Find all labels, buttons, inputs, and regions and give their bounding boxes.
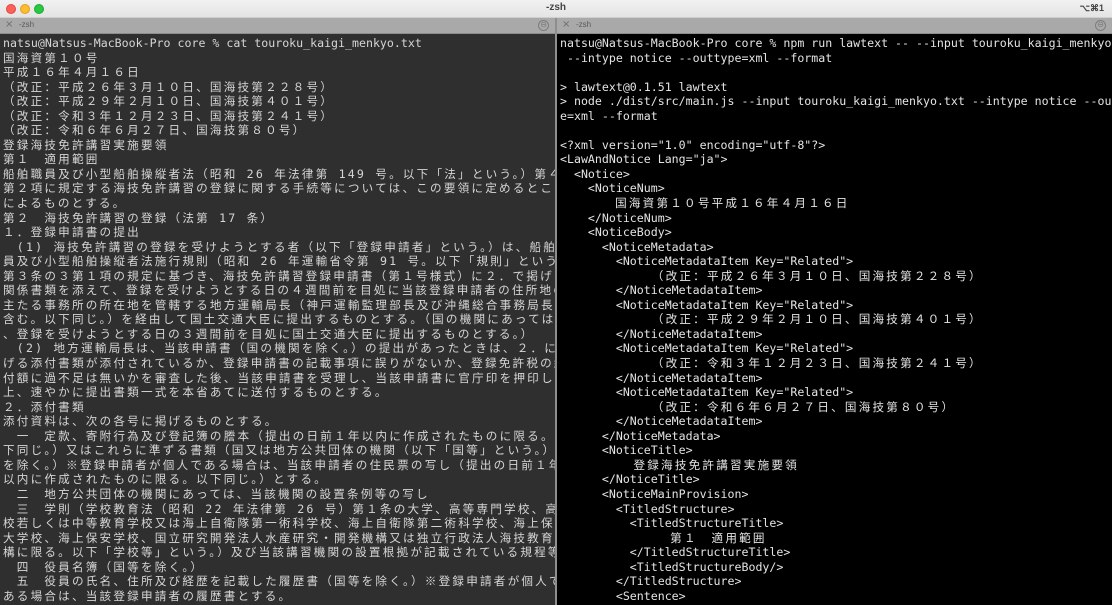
terminal-line: </TitledStructureTitle> — [560, 545, 791, 560]
terminal-line: 登録海技免許講習実施要領 — [560, 457, 799, 472]
terminal-line: （改正：平成２６年３月１０日、国海技第２２８号） — [560, 268, 983, 283]
terminal-line: 一 定款、寄附行為及び登記簿の謄本（提出の日前１年以内に作成されたものに限る。以 — [3, 428, 555, 443]
terminal-line: <NoticeMainProvision> — [560, 486, 749, 501]
terminal-line: （改正：平成２９年２月１０日、国海技第４０１号） — [560, 312, 983, 327]
window-titlebar: -zsh ⌥⌘1 — [0, 0, 1112, 18]
terminal-line: <LawAndNotice Lang="ja"> — [560, 152, 728, 167]
terminal-line: 構に限る。以下「学校等」という。）及び当該講習機関の設置根拠が記載されている規程… — [3, 545, 555, 560]
terminal-line: 船舶職員及び小型船舶操縦者法（昭和 26 年法律第 149 号。以下「法」という… — [3, 166, 555, 181]
terminal-line: （改正：令和３年１２月２３日、国海技第２４１号） — [3, 108, 335, 123]
terminal-line: 第２項に規定する海技免許講習の登録に関する手続等については、この要領に定めるとこ… — [3, 181, 555, 196]
terminal-line: （改正：平成２６年３月１０日、国海技第２２８号） — [3, 79, 335, 94]
close-icon[interactable]: × — [562, 19, 570, 30]
terminal-line: natsu@Natsus-MacBook-Pro core % cat tour… — [3, 36, 422, 50]
terminal-line: 付額に過不足は無いかを審査した後、当該申請書を受理し、当該申請書に官庁印を押印し… — [3, 370, 555, 385]
terminal-line: 国海資第１０号平成１６年４月１６日 — [560, 196, 850, 211]
right-pane-tab[interactable]: × -zsh ⊖ — [557, 18, 1112, 34]
left-tab-title: -zsh — [19, 20, 35, 29]
terminal-line: > lawtext@0.1.51 lawtext — [560, 79, 728, 94]
terminal-line: 第１ 適用範囲 — [3, 152, 100, 167]
terminal-line: 五 役員の氏名、住所及び経歴を記載した履歴書（国等を除く。）※登録申請者が個人で — [3, 574, 555, 589]
terminal-line: (1) 海技免許講習の登録を受けようとする者（以下「登録申請者」という。）は、船… — [3, 239, 555, 254]
terminal-line: 員及び小型船舶操縦者法施行規則（昭和 26 年運輸省令第 91 号。以下「規則」… — [3, 254, 555, 269]
terminal-line: <NoticeTitle> — [560, 443, 693, 458]
window-shortcut: ⌥⌘1 — [1079, 3, 1104, 13]
terminal-line: > node ./dist/src/main.js --input tourok… — [560, 94, 1112, 109]
terminal-line: 、登録を受けようとする日の３週間前を目処に国土交通大臣に提出するものとする。） — [3, 326, 535, 341]
terminal-line: <NoticeNum> — [560, 181, 665, 196]
right-terminal-pane[interactable]: natsu@Natsus-MacBook-Pro core % npm run … — [557, 34, 1112, 605]
terminal-line: を除く。）※登録申請者が個人である場合は、当該申請者の住民票の写し（提出の日前１… — [3, 457, 555, 472]
terminal-line: --intype notice --outtype=xml --format — [560, 50, 833, 65]
terminal-line: <NoticeMetadataItem Key="Related"> — [560, 254, 854, 269]
terminal-line: <TitledStructureBody/> — [560, 559, 784, 574]
terminal-line: 校若しくは中等教育学校又は海上自衛隊第一術科学校、海上自衛隊第二術科学校、海上保… — [3, 516, 555, 531]
terminal-line: e=xml --format — [560, 108, 658, 123]
terminal-line: 含む。以下同じ。）を経由して国土交通大臣に提出するものとする。（国の機関にあって… — [3, 312, 555, 327]
terminal-line: <NoticeBody> — [560, 225, 672, 240]
terminal-line: 上、速やかに提出書類一式を本省あてに送付するものとする。 — [3, 385, 389, 400]
terminal-line: <Notice> — [560, 166, 630, 181]
terminal-line: <Sentence> — [560, 588, 686, 603]
terminal-line: 四 役員名簿（国等を除く。） — [3, 559, 205, 574]
tab-menu-icon[interactable]: ⊖ — [538, 20, 549, 31]
terminal-line: （改正：平成２９年２月１０日、国海技第４０１号） — [3, 94, 335, 109]
close-icon[interactable]: × — [5, 19, 13, 30]
terminal-line: 以内に作成されたものに限る。以下同じ。）とする。 — [3, 472, 328, 487]
terminal-line: <NoticeMetadataItem Key="Related"> — [560, 297, 854, 312]
terminal-line: 第１ 適用範囲 — [560, 530, 767, 545]
terminal-line: 登録海技免許講習実施要領 — [3, 137, 169, 152]
terminal-line: <TitledStructure> — [560, 501, 735, 516]
terminal-line: 国海資第１０号 — [3, 50, 100, 65]
left-terminal-pane[interactable]: natsu@Natsus-MacBook-Pro core % cat tour… — [0, 34, 555, 605]
terminal-line: 関係書類を添えて、登録を受けようとする日の４週間前を目処に当該登録申請者の住所地… — [3, 283, 555, 298]
terminal-line: </NoticeMetadataItem> — [560, 283, 763, 298]
terminal-line: （改正：令和３年１２月２３日、国海技第２４１号） — [560, 356, 983, 371]
tab-menu-icon[interactable]: ⊖ — [1095, 20, 1106, 31]
terminal-line: （改正：令和６年６月２７日、国海技第８０号） — [560, 399, 956, 414]
terminal-line: <TitledStructureTitle> — [560, 516, 784, 531]
terminal-line: </NoticeMetadataItem> — [560, 370, 763, 385]
terminal-line: </NoticeMetadata> — [560, 428, 721, 443]
window-title: -zsh — [546, 2, 566, 13]
terminal-line: <?xml version="1.0" encoding="utf-8"?> — [560, 137, 826, 152]
terminal-line: 大学校、海上保安学校、国立研究開発法人水産研究・開発機構又は独立行政法人海技教育… — [3, 530, 555, 545]
terminal-line: （改正：令和６年６月２７日、国海技第８０号） — [3, 123, 307, 138]
terminal-line: </NoticeTitle> — [560, 472, 700, 487]
terminal-line: </NoticeMetadataItem> — [560, 326, 763, 341]
terminal-line: げる添付書類が添付されているか、登録申請書の記載事項に誤りがないか、登録免許税の… — [3, 356, 555, 371]
terminal-line: <NoticeMetadata> — [560, 239, 714, 254]
terminal-line: ２．添付書類 — [3, 399, 86, 414]
terminal-line: 平成１６年４月１６日 — [3, 65, 141, 80]
terminal-line: 第２ 海技免許講習の登録（法第 17 条） — [3, 210, 275, 225]
left-pane-tab[interactable]: × -zsh ⊖ — [0, 18, 555, 34]
terminal-line: 主たる事務所の所在地を管轄する地方運輸局長（神戸運輸監理部長及び沖縄総合事務局長… — [3, 297, 555, 312]
terminal-line: (2) 地方運輸局長は、当該申請書（国の機関を除く。）の提出があったときは、２．… — [3, 341, 555, 356]
terminal-line: natsu@Natsus-MacBook-Pro core % npm run … — [560, 36, 1112, 50]
terminal-line: 添付資料は、次の各号に掲げるものとする。 — [3, 414, 279, 429]
terminal-line: </NoticeNum> — [560, 210, 672, 225]
terminal-line: ある場合は、当該登録申請者の履歴書とする。 — [3, 588, 293, 603]
terminal-line: 二 地方公共団体の機関にあっては、当該機関の設置条例等の写し — [3, 486, 430, 501]
terminal-line: 三 学則（学校教育法（昭和 22 年法律第 26 号）第１条の大学、高等専門学校… — [3, 501, 555, 516]
terminal-line: 第３条の３第１項の規定に基づき、海技免許講習登録申請書（第１号様式）に２．で掲げ… — [3, 268, 555, 283]
terminal-line: 下同じ。）又はこれらに準ずる書類（国又は地方公共団体の機関（以下「国等」という。… — [3, 443, 555, 458]
terminal-line: <NoticeMetadataItem Key="Related"> — [560, 385, 854, 400]
terminal-line: によるものとする。 — [3, 196, 127, 211]
right-tab-title: -zsh — [576, 20, 592, 29]
terminal-line: <NoticeMetadataItem Key="Related"> — [560, 341, 854, 356]
terminal-line: </TitledStructure> — [560, 574, 742, 589]
terminal-line: </NoticeMetadataItem> — [560, 414, 763, 429]
terminal-line: １．登録申請書の提出 — [3, 225, 141, 240]
